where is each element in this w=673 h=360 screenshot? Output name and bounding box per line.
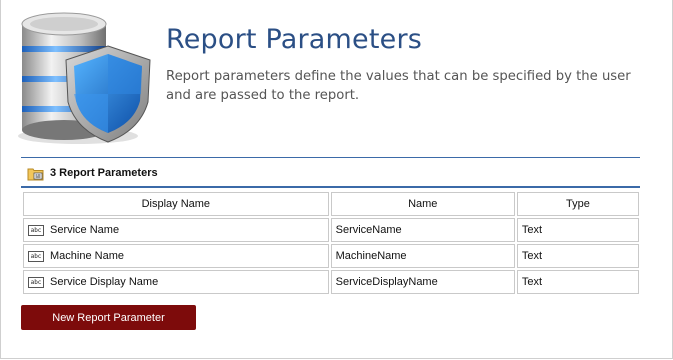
name-cell: MachineName [330,244,515,268]
table-row[interactable]: abc Machine Name MachineName Text [23,244,639,268]
abc-text-icon: abc [28,276,44,288]
table-row[interactable]: abc Service Display Name ServiceDisplayN… [23,270,639,294]
section-divider-bottom [21,186,640,188]
abc-text-icon: abc [28,250,44,262]
name-cell: ServiceName [330,218,515,242]
page-title: Report Parameters [166,24,423,55]
section-divider [21,157,640,158]
display-name-text: Machine Name [50,250,124,262]
display-name-cell[interactable]: abc Service Display Name [23,270,329,294]
type-cell: Text [516,218,639,242]
display-name-text: Service Name [50,224,120,236]
abc-text-icon: abc [28,224,44,236]
page-description: Report parameters define the values that… [166,69,631,103]
table-header-row: Display Name Name Type [23,192,639,216]
display-name-text: Service Display Name [50,276,159,288]
display-name-cell[interactable]: abc Service Name [23,218,329,242]
section-header: 3 Report Parameters [27,164,158,182]
table-row[interactable]: abc Service Name ServiceName Text [23,218,639,242]
parameters-table: Display Name Name Type abc Service Name … [21,190,641,296]
name-cell: ServiceDisplayName [330,270,515,294]
database-shield-icon [18,12,151,144]
section-title: 3 Report Parameters [50,167,158,179]
column-header-type[interactable]: Type [516,192,639,216]
display-name-cell[interactable]: abc Machine Name [23,244,329,268]
column-header-name[interactable]: Name [330,192,515,216]
parameters-folder-icon [27,168,44,180]
column-header-display-name[interactable]: Display Name [23,192,329,216]
new-report-parameter-button[interactable]: New Report Parameter [21,305,196,330]
type-cell: Text [516,270,639,294]
type-cell: Text [516,244,639,268]
